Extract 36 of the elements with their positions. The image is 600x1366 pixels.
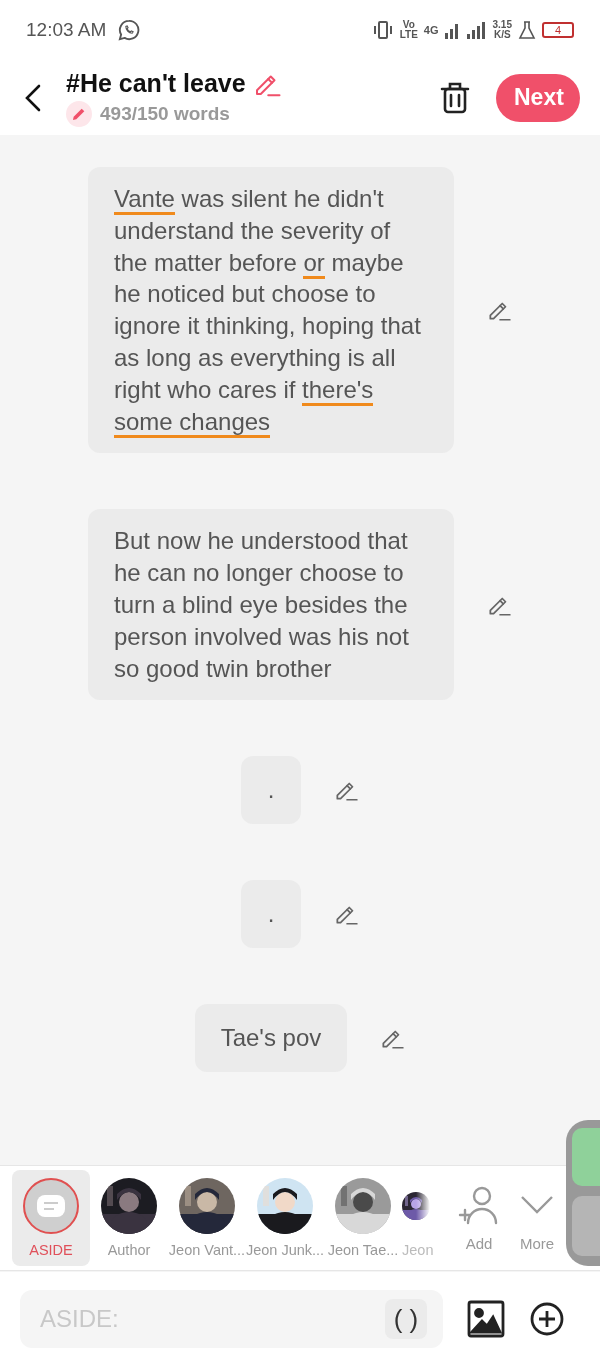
speed-label: 3.15	[492, 20, 512, 30]
vibrate-icon	[371, 20, 394, 40]
message-bubble[interactable]: But now he understood that he can no longer choose to turn a blind eye besides the person involved was his not so good twin brother	[88, 509, 454, 701]
network-label: 4G	[423, 24, 439, 36]
status-time: 12:03 AM	[26, 19, 107, 41]
more-button[interactable]: More	[510, 1184, 564, 1252]
message-bubble[interactable]: Tae's pov	[194, 1003, 348, 1072]
battery-icon: 4	[542, 22, 574, 38]
person-add-icon	[458, 1184, 500, 1225]
volte-label: LTE	[399, 30, 418, 40]
add-character-button[interactable]: Add	[452, 1184, 506, 1252]
character-item[interactable]: Jeon	[402, 1170, 442, 1266]
message-bubble[interactable]: Vante was silent he didn't understand the severity of the matter before or maybe he noticed but choose to ignore it thinking, hoping that as long as everything is all right who cares if there's some changes	[88, 167, 454, 454]
character-item[interactable]: Author	[90, 1170, 168, 1266]
character-item[interactable]: Jeon Tae...	[324, 1170, 402, 1266]
volte-label: Vo	[402, 20, 415, 30]
word-count: 493/150 words	[100, 102, 230, 125]
speed-unit: K/S	[493, 30, 511, 40]
back-icon[interactable]	[24, 83, 42, 112]
pencil-icon	[66, 100, 92, 127]
add-icon[interactable]	[529, 1301, 565, 1337]
aside-icon	[23, 1178, 79, 1234]
story-title: #He can't leave	[66, 69, 246, 98]
bracket-button[interactable]: ( )	[385, 1299, 427, 1339]
next-button[interactable]: Next	[496, 73, 580, 122]
chat-app-icon	[118, 19, 141, 41]
signal-icon	[466, 21, 487, 39]
message-bubble[interactable]: .	[241, 880, 301, 948]
character-item[interactable]: Jeon Vant...	[168, 1170, 246, 1266]
character-item[interactable]: ASIDE	[12, 1170, 90, 1266]
signal-icon	[444, 21, 461, 39]
character-item[interactable]: Jeon Junk...	[246, 1170, 324, 1266]
flask-icon	[518, 20, 536, 40]
image-icon[interactable]	[467, 1300, 505, 1338]
message-bubble[interactable]: .	[241, 756, 301, 825]
trash-icon[interactable]	[440, 81, 470, 114]
